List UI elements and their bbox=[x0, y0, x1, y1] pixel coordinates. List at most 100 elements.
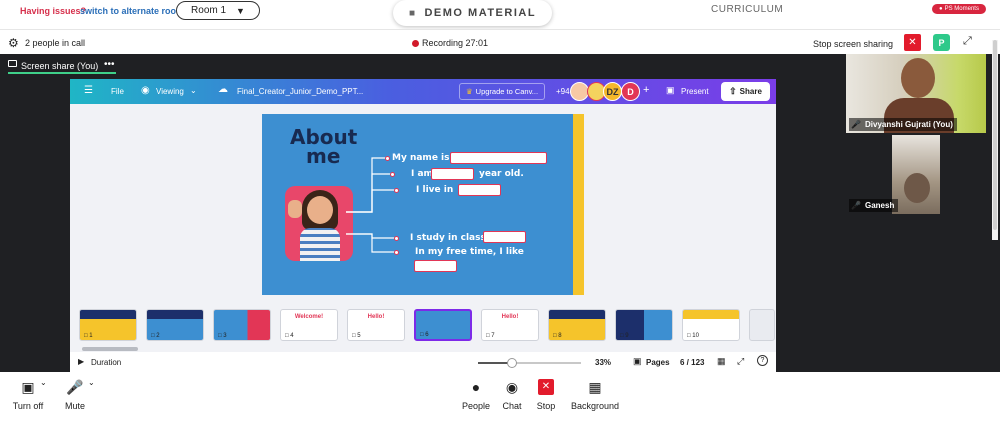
collaborator-avatar-dz[interactable]: DZ bbox=[603, 82, 622, 101]
thumbnail-number: □ 7 bbox=[486, 333, 495, 339]
name-input-box[interactable] bbox=[450, 152, 547, 164]
curriculum-link[interactable]: CURRICULUM bbox=[711, 4, 783, 15]
slide-thumbnail[interactable]: □ 2 bbox=[146, 309, 204, 341]
mute-button[interactable]: 🎤 Mute bbox=[60, 372, 90, 422]
demo-material-button[interactable]: ■ DEMO MATERIAL bbox=[393, 0, 552, 26]
chat-button[interactable]: ◉ Chat bbox=[498, 372, 526, 422]
thumbnail-number: □ 6 bbox=[420, 332, 429, 338]
thumbnail-number: □ 5 bbox=[352, 333, 361, 339]
thumbnail-number: □ 4 bbox=[285, 333, 294, 339]
slide-thumbnails: □ 1 □ 2 □ 3 Welcome! □ 4 Hello! □ 5 □ 6 Hello! □ … bbox=[70, 309, 776, 345]
camera-icon: ▣ bbox=[21, 379, 35, 395]
stop-screen-sharing-text: Stop screen sharing bbox=[813, 39, 894, 49]
free-time-input-box[interactable] bbox=[414, 260, 457, 272]
document-title[interactable]: Final_Creator_Junior_Demo_PPT... bbox=[237, 87, 363, 96]
camera-options-chevron-icon[interactable]: ⌄ bbox=[40, 378, 47, 387]
microphone-icon: 🎤 bbox=[66, 379, 84, 395]
zoom-slider[interactable] bbox=[478, 358, 581, 368]
room-select[interactable]: Room 1 ▼ bbox=[176, 1, 260, 20]
thumbnail-title: Welcome! bbox=[294, 314, 324, 320]
viewing-menu[interactable]: Viewing bbox=[156, 87, 184, 96]
age-label: I am bbox=[411, 169, 433, 179]
ps-moments-label: PS Moments bbox=[944, 6, 979, 12]
slide-thumbnail[interactable]: □ 9 bbox=[615, 309, 673, 341]
slide-thumbnail[interactable]: □ 6 bbox=[414, 309, 472, 341]
slide-thumbnail[interactable]: Hello! □ 5 bbox=[347, 309, 405, 341]
hamburger-menu-icon[interactable]: ☰ bbox=[84, 85, 93, 96]
participant-name: Ganesh bbox=[849, 199, 899, 212]
zoom-level[interactable]: 33% bbox=[595, 358, 611, 367]
participant-video bbox=[892, 135, 940, 214]
slide-thumbnail[interactable]: □ 1 bbox=[79, 309, 137, 341]
slide-accent-bar bbox=[573, 114, 584, 295]
mute-label: Mute bbox=[64, 401, 85, 411]
fullscreen-icon[interactable]: ⤢ bbox=[737, 356, 744, 367]
background-button[interactable]: ▦ Background bbox=[568, 372, 622, 422]
zoom-slider-knob[interactable] bbox=[506, 358, 517, 368]
live-input-box[interactable] bbox=[458, 184, 501, 196]
participant-tile[interactable]: 🎤 Ganesh bbox=[846, 135, 986, 214]
slide-canvas[interactable]: About me My name is I am year old. I liv… bbox=[262, 114, 584, 295]
gear-icon[interactable]: ⚙ bbox=[8, 36, 19, 50]
ps-moments-badge[interactable]: ● PS Moments bbox=[932, 4, 986, 14]
slide-thumbnail[interactable] bbox=[749, 309, 775, 341]
duration-button[interactable]: Duration bbox=[91, 358, 121, 367]
class-input-box[interactable] bbox=[483, 231, 526, 243]
share-button[interactable]: ⇧ Share bbox=[721, 82, 770, 101]
call-toolbar: ▣ Turn off ⌄ 🎤 Mute ⌄ ● People ◉ Chat ✕ … bbox=[0, 372, 1000, 422]
canva-top-bar: ☰ File ◉ Viewing ⌄ ☁ Final_Creator_Junio… bbox=[70, 79, 776, 104]
add-collaborator-icon[interactable]: + bbox=[643, 84, 649, 96]
thumbnail-scrollbar[interactable] bbox=[82, 347, 138, 351]
upgrade-label: Upgrade to Canv... bbox=[475, 87, 539, 96]
stop-label: Stop bbox=[536, 401, 556, 411]
live-label: I live in bbox=[416, 185, 454, 195]
file-menu[interactable]: File bbox=[111, 87, 124, 96]
help-icon[interactable]: ? bbox=[757, 355, 768, 366]
people-label: People bbox=[461, 401, 491, 411]
free-time-label: In my free time, I like bbox=[415, 247, 524, 257]
participant-tiles: 🎤 Divyanshi Gujrati (You) 🎤 Ganesh bbox=[846, 54, 986, 214]
pages-button[interactable]: Pages bbox=[646, 358, 670, 367]
expand-icon[interactable]: ⤢ bbox=[963, 35, 972, 48]
switch-room-link[interactable]: switch to alternate room bbox=[80, 6, 184, 16]
slide-thumbnail[interactable]: □ 8 bbox=[548, 309, 606, 341]
stop-sharing-close-button[interactable]: ✕ bbox=[904, 34, 921, 51]
mic-options-chevron-icon[interactable]: ⌄ bbox=[88, 378, 95, 387]
screen-share-label: Screen share (You) bbox=[21, 61, 99, 71]
age-input-box[interactable] bbox=[431, 168, 474, 180]
participant-tile[interactable]: 🎤 Divyanshi Gujrati (You) bbox=[846, 54, 986, 133]
camera-icon: ● bbox=[939, 6, 943, 12]
child-shirt-shape bbox=[300, 228, 340, 261]
room-select-value: Room 1 bbox=[191, 5, 227, 16]
chat-label: Chat bbox=[502, 401, 522, 411]
chevron-down-icon: ⌄ bbox=[190, 86, 197, 95]
present-icon: ▣ bbox=[666, 85, 675, 95]
folder-icon: ■ bbox=[408, 7, 417, 19]
present-button[interactable]: Present bbox=[681, 87, 709, 96]
stop-share-button[interactable]: ✕ Stop bbox=[532, 372, 560, 422]
page-scrollbar-thumb[interactable] bbox=[993, 40, 997, 230]
pages-icon: ▣ bbox=[633, 356, 642, 366]
slide-thumbnail[interactable]: □ 10 bbox=[682, 309, 740, 341]
grid-view-icon[interactable]: ▦ bbox=[717, 356, 726, 367]
collaborator-avatar-d[interactable]: D bbox=[621, 82, 640, 101]
slide-thumbnail[interactable]: □ 3 bbox=[213, 309, 271, 341]
issue-text: Having issues? bbox=[20, 6, 87, 16]
share-icon: ⇧ bbox=[729, 86, 737, 96]
thumbnail-number: □ 2 bbox=[151, 333, 160, 339]
close-icon: ✕ bbox=[908, 37, 917, 48]
background-grid-icon: ▦ bbox=[588, 379, 602, 395]
recording-dot-icon bbox=[412, 40, 419, 47]
collaborator-count[interactable]: +94 bbox=[556, 87, 570, 96]
upgrade-button[interactable]: ♛ Upgrade to Canv... bbox=[459, 83, 545, 100]
people-button[interactable]: ● People bbox=[458, 372, 494, 422]
canva-bottom-bar: ▶ Duration 33% ▣ Pages 6 / 123 ▦ ⤢ ? bbox=[70, 352, 776, 372]
participant-p-button[interactable]: P bbox=[933, 34, 950, 51]
page-scrollbar[interactable] bbox=[992, 40, 998, 240]
call-bar: ⚙ 2 people in call Recording 27:01 Stop … bbox=[0, 29, 1000, 54]
thumbnail-number: □ 3 bbox=[218, 333, 227, 339]
slide-thumbnail[interactable]: Hello! □ 7 bbox=[481, 309, 539, 341]
share-menu-button[interactable]: ••• bbox=[104, 59, 115, 70]
recording-timer: Recording 27:01 bbox=[422, 38, 489, 48]
slide-thumbnail[interactable]: Welcome! □ 4 bbox=[280, 309, 338, 341]
